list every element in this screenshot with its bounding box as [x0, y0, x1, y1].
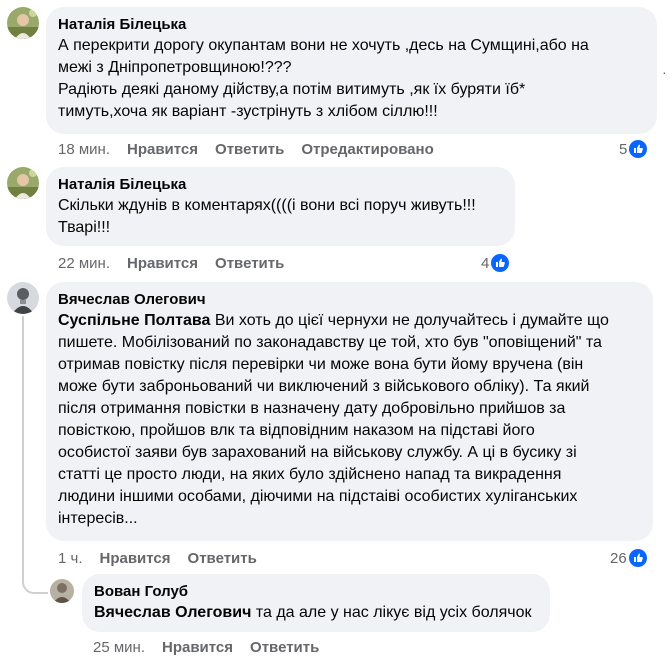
reply-bubble: Вован Голуб Вячеслав Олегович та да але … — [82, 574, 550, 632]
comment-text-line: повісткою, пройшов влк та відповідним на… — [58, 422, 535, 439]
reaction-number: 4 — [481, 254, 490, 272]
reply-button[interactable]: Ответить — [215, 255, 284, 272]
reply-button[interactable]: Ответить — [250, 639, 319, 656]
comment-text-line: отримав повістку після перевірки чи може… — [58, 356, 584, 373]
user-photo-icon — [7, 167, 39, 199]
comment-time[interactable]: 22 мин. — [58, 255, 110, 272]
comment-author[interactable]: Вячеслав Олегович — [58, 290, 641, 310]
comment-time[interactable]: 25 мин. — [93, 639, 145, 656]
comment-text-line: статті це просто люди, на яких було здій… — [58, 466, 562, 483]
comment-text-line: межі з Дніпропетровщиною!??? — [58, 59, 292, 76]
thumbs-up-icon — [629, 140, 648, 158]
comment-text-line: А перекрити дорогу окупантам вони не хоч… — [58, 37, 589, 54]
comment-actions: 25 мин. Нравится Ответить — [93, 636, 336, 658]
comment-text-line: може бути заброньований чи виключений з … — [58, 378, 590, 395]
overflow-dot: · — [662, 64, 667, 80]
user-photo-icon — [7, 7, 39, 39]
comment-text-fragment: Ви хоть до цієї чернухи не долучайтесь і… — [210, 312, 609, 329]
comment-text-fragment: та да але у нас лікує від усіх болячок — [251, 604, 532, 621]
reaction-count[interactable]: 5 — [619, 138, 648, 160]
comment-bubble: Наталія Білецька А перекрити дорогу окуп… — [46, 7, 657, 134]
comment-actions: 22 мин. Нравится Ответить — [58, 252, 301, 274]
thumbs-up-icon — [628, 549, 647, 567]
comment-text-line: Суспільне Полтава Ви хоть до цієї чернух… — [58, 310, 641, 332]
mention-tag[interactable]: Суспільне Полтава — [58, 312, 210, 329]
like-button[interactable]: Нравится — [127, 255, 198, 272]
avatar[interactable] — [7, 167, 39, 199]
avatar[interactable] — [50, 579, 74, 603]
mention-tag[interactable]: Вячеслав Олегович — [94, 604, 251, 621]
thumbs-up-icon — [491, 254, 510, 272]
avatar[interactable] — [7, 7, 39, 39]
like-button[interactable]: Нравится — [100, 550, 171, 567]
comment-bubble: Наталія Білецька Скільки ждунів в комент… — [46, 167, 515, 246]
reaction-number: 26 — [610, 549, 627, 567]
reaction-count[interactable]: 26 — [610, 547, 647, 569]
comment-text-line: особистої заяви був зарахований на війсь… — [58, 444, 577, 461]
user-photo-icon — [7, 282, 39, 314]
thread-connector — [22, 560, 48, 594]
comment-text-line: пишете. Мобілізований по законадавству ц… — [58, 334, 602, 351]
avatar[interactable] — [7, 282, 39, 314]
comment-time[interactable]: 18 мин. — [58, 141, 110, 158]
comment-text-line: Радіють деякі даному дійству,а потім вит… — [58, 81, 526, 98]
like-button[interactable]: Нравится — [162, 639, 233, 656]
comment-text-line: Вячеслав Олегович та да але у нас лікує … — [94, 602, 538, 624]
user-photo-icon — [50, 579, 74, 603]
edited-label[interactable]: Отредактировано — [301, 141, 433, 158]
comment-actions: 18 мин. Нравится Ответить Отредактирован… — [58, 138, 451, 160]
comment-author[interactable]: Вован Голуб — [94, 582, 538, 602]
comment-bubble: Вячеслав Олегович Суспільне Полтава Ви х… — [46, 282, 653, 541]
reaction-number: 5 — [619, 140, 628, 158]
comment-time[interactable]: 1 ч. — [58, 550, 83, 567]
comment-author[interactable]: Наталія Білецька — [58, 175, 503, 195]
like-button[interactable]: Нравится — [127, 141, 198, 158]
reply-button[interactable]: Ответить — [215, 141, 284, 158]
thread-line — [22, 316, 24, 564]
comment-author[interactable]: Наталія Білецька — [58, 15, 645, 35]
reply-button[interactable]: Ответить — [188, 550, 257, 567]
reaction-count[interactable]: 4 — [481, 252, 510, 274]
comment-text-line: Тварі!!! — [58, 219, 111, 236]
comment-text-line: Скільки ждунів в коментарях((((і вони вс… — [58, 197, 476, 214]
comment-text-line: після отримання повістки в назначену дат… — [58, 400, 566, 417]
comment-text-line: людини іншими особами, діючими на підста… — [58, 488, 578, 505]
comment-text-line: інтересів... — [58, 510, 138, 527]
comment-actions: 1 ч. Нравится Ответить — [58, 547, 274, 569]
comment-text-line: тимуть,хоча як варіант -зустрінуть з хлі… — [58, 103, 438, 120]
